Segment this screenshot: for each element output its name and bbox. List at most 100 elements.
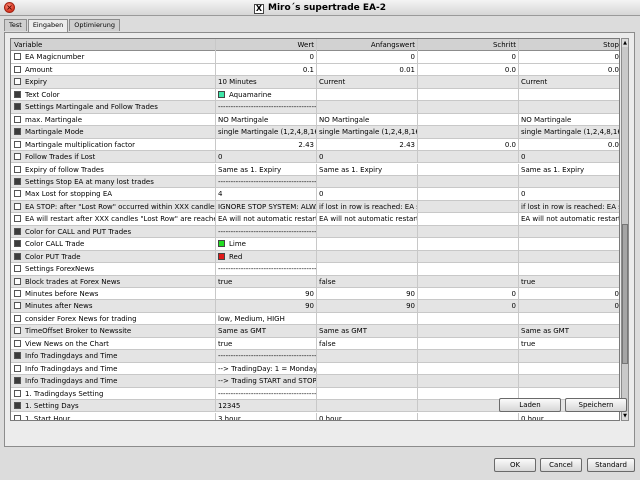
wert-cell[interactable]: ----------------------------------------…	[216, 387, 317, 400]
schritt-cell[interactable]	[418, 250, 519, 263]
anfangswert-cell[interactable]: NO Martingale	[317, 113, 418, 126]
table-row[interactable]: Text Color Aquamarine	[11, 88, 619, 102]
stop-cell[interactable]: 0	[519, 300, 619, 312]
anfangswert-cell[interactable]	[317, 250, 418, 263]
schritt-cell[interactable]	[418, 275, 519, 288]
schritt-cell[interactable]	[418, 88, 519, 101]
grid-scrollbar[interactable]: ▲ ▼	[621, 38, 629, 421]
wert-cell[interactable]: 4	[216, 188, 317, 201]
table-row[interactable]: Color CALL Trade Lime	[11, 238, 619, 251]
optimize-checkbox[interactable]	[14, 115, 21, 123]
tab-eingaben[interactable]: Eingaben	[27, 19, 69, 32]
wert-cell[interactable]: 0.1	[216, 63, 317, 76]
table-row[interactable]: Settings Stop EA at many lost trades ----…	[11, 175, 619, 189]
wert-cell[interactable]: 2.43	[216, 138, 317, 151]
stop-cell[interactable]: 0	[519, 51, 619, 63]
optimize-checkbox[interactable]	[14, 165, 21, 173]
table-row[interactable]: Expiry of follow Trades Same as 1. Expiry…	[11, 163, 619, 176]
table-row[interactable]: Color PUT Trade Red	[11, 250, 619, 264]
optimize-checkbox[interactable]	[14, 53, 21, 61]
schritt-cell[interactable]	[418, 375, 519, 388]
table-row[interactable]: max. Martingale NO Martingale NO Martingal…	[11, 113, 619, 127]
schritt-cell[interactable]	[418, 151, 519, 164]
anfangswert-cell[interactable]	[317, 88, 418, 101]
optimize-checkbox[interactable]	[14, 128, 21, 136]
anfangswert-cell[interactable]	[317, 350, 418, 363]
stop-cell[interactable]: single Martingale (1,2,4,8,16,3...	[519, 126, 619, 138]
anfangswert-cell[interactable]	[317, 238, 418, 251]
wert-cell[interactable]: Red	[216, 250, 317, 263]
schritt-cell[interactable]	[418, 126, 519, 139]
anfangswert-cell[interactable]: 90	[317, 288, 418, 300]
schritt-cell[interactable]	[418, 362, 519, 375]
table-row[interactable]: Minutes before News 90 90 0 0	[11, 288, 619, 301]
wert-cell[interactable]: single Martingale (1,2,4,8,16,3...	[216, 126, 317, 139]
stop-cell[interactable]	[519, 176, 619, 188]
anfangswert-cell[interactable]: false	[317, 337, 418, 350]
optimize-checkbox[interactable]	[14, 177, 21, 185]
table-row[interactable]: EA will restart after XXX candles "Lost …	[11, 213, 619, 226]
optimize-checkbox[interactable]	[14, 290, 21, 297]
anfangswert-cell[interactable]: Same as GMT	[317, 325, 418, 338]
table-row[interactable]: Minutes after News 90 90 0 0	[11, 300, 619, 313]
table-row[interactable]: Info Tradingdays and Time ---------------…	[11, 350, 619, 363]
anfangswert-cell[interactable]	[317, 175, 418, 188]
table-row[interactable]: Expiry 10 Minutes Current Current	[11, 76, 619, 89]
optimize-checkbox[interactable]	[14, 227, 21, 235]
stop-cell[interactable]: EA will not automatic restart	[519, 213, 619, 225]
wert-cell[interactable]: --> Trading START and STOP hour	[216, 375, 317, 388]
anfangswert-cell[interactable]	[317, 263, 418, 276]
schritt-cell[interactable]: 0	[418, 51, 519, 64]
table-row[interactable]: EA Magicnumber 0 0 0 0	[11, 51, 619, 64]
table-row[interactable]: Info Tradingdays and Time --> TradingDay:…	[11, 362, 619, 376]
anfangswert-cell[interactable]: 90	[317, 300, 418, 313]
stop-cell[interactable]: 0.0	[519, 139, 619, 151]
table-row[interactable]: 1. Start Hour 3 hour 0 hour 0 hour	[11, 412, 619, 421]
wert-cell[interactable]: Same as GMT	[216, 325, 317, 338]
optimize-checkbox[interactable]	[14, 153, 21, 161]
scrollbar-thumb[interactable]	[622, 224, 628, 364]
stop-cell[interactable]	[519, 251, 619, 263]
wert-cell[interactable]: 10 Minutes	[216, 76, 317, 89]
optimize-checkbox[interactable]	[14, 277, 21, 285]
anfangswert-cell[interactable]: if lost in row is reached: EA stop	[317, 200, 418, 213]
wert-cell[interactable]: NO Martingale	[216, 113, 317, 126]
table-row[interactable]: Settings ForexNews ----------------------…	[11, 263, 619, 276]
speichern-button[interactable]: Speichern	[565, 398, 627, 412]
optimize-checkbox[interactable]	[14, 103, 21, 111]
schritt-cell[interactable]	[418, 263, 519, 276]
anfangswert-cell[interactable]	[317, 101, 418, 114]
wert-cell[interactable]: 12345	[216, 400, 317, 413]
stop-cell[interactable]: 0	[519, 151, 619, 163]
schritt-cell[interactable]: 0.0	[418, 63, 519, 76]
schritt-cell[interactable]	[418, 238, 519, 251]
table-row[interactable]: Settings Martingale and Follow Trades ---…	[11, 101, 619, 114]
optimize-checkbox[interactable]	[14, 339, 21, 347]
schritt-cell[interactable]	[418, 350, 519, 363]
column-header-variable[interactable]: Variable	[11, 39, 216, 51]
stop-cell[interactable]: if lost in row is reached: EA stop	[519, 201, 619, 213]
anfangswert-cell[interactable]	[317, 312, 418, 325]
ok-button[interactable]: OK	[494, 458, 536, 472]
optimize-checkbox[interactable]	[14, 414, 21, 420]
table-row[interactable]: View News on the Chart true false true	[11, 337, 619, 351]
schritt-cell[interactable]: 0	[418, 300, 519, 313]
anfangswert-cell[interactable]: 0	[317, 151, 418, 164]
optimize-checkbox[interactable]	[14, 140, 21, 148]
wert-cell[interactable]: --> TradingDay: 1 = Monday, 2 = Tuesday …	[216, 362, 317, 375]
anfangswert-cell[interactable]	[317, 375, 418, 388]
laden-button[interactable]: Laden	[499, 398, 561, 412]
table-row[interactable]: Max Lost for stopping EA 4 0 0	[11, 188, 619, 201]
tab-test[interactable]: Test	[4, 19, 27, 31]
wert-cell[interactable]: 3 hour	[216, 412, 317, 420]
optimize-checkbox[interactable]	[14, 190, 21, 198]
column-header-schritt[interactable]: Schritt	[418, 39, 519, 51]
schritt-cell[interactable]	[418, 325, 519, 338]
stop-cell[interactable]	[519, 89, 619, 101]
stop-cell[interactable]: 0 hour	[519, 413, 619, 421]
wert-cell[interactable]: ----------------------------------------…	[216, 350, 317, 363]
standard-button[interactable]: Standard	[587, 458, 635, 472]
table-row[interactable]: Follow Trades if Lost 0 0 0	[11, 151, 619, 164]
optimize-checkbox[interactable]	[14, 240, 21, 248]
stop-cell[interactable]: true	[519, 338, 619, 350]
